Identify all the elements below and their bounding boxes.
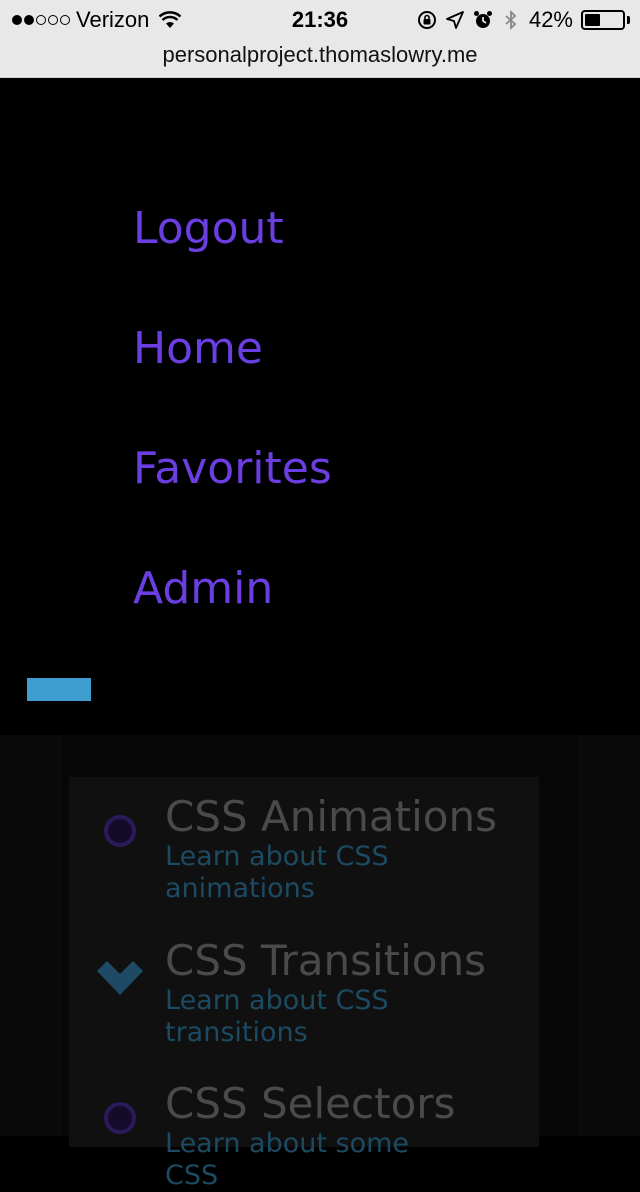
circle-icon — [104, 815, 136, 847]
topic-title: CSS Transitions — [165, 936, 486, 985]
battery-percentage: 42% — [528, 7, 573, 32]
status-bar: Verizon 21:36 42% — [0, 0, 640, 40]
nav-link-admin[interactable]: Admin — [133, 561, 273, 617]
battery-level-fill — [585, 14, 601, 26]
topic-title: CSS Selectors — [165, 1079, 456, 1128]
topic-description-link[interactable]: Learn about some CSS — [165, 1128, 465, 1192]
topic-description-link[interactable]: Learn about CSS animations — [165, 841, 465, 905]
left-gutter — [0, 735, 62, 1136]
nav-link-favorites[interactable]: Favorites — [133, 441, 332, 497]
topic-title: CSS Animations — [165, 792, 498, 841]
bluetooth-icon — [505, 10, 517, 30]
page-content-dimmed: CSS Animations Learn about CSS animation… — [0, 735, 640, 1191]
circle-icon — [104, 1102, 136, 1134]
battery-icon — [581, 10, 630, 30]
address-bar-url: personalproject.thomaslowry.me — [162, 42, 478, 67]
location-arrow-icon — [446, 11, 464, 29]
heart-icon — [97, 961, 143, 995]
topics-card: CSS Animations Learn about CSS animation… — [69, 777, 539, 1191]
status-right: 42% — [417, 6, 630, 34]
alarm-icon — [473, 11, 492, 28]
address-bar[interactable]: personalproject.thomaslowry.me — [0, 40, 640, 78]
orientation-lock-icon — [417, 11, 436, 29]
nav-link-home[interactable]: Home — [133, 321, 263, 377]
menu-toggle-button[interactable] — [27, 678, 91, 701]
nav-link-logout[interactable]: Logout — [133, 201, 284, 257]
right-gutter — [578, 735, 640, 1136]
topic-description-link[interactable]: Learn about CSS transitions — [165, 985, 465, 1049]
nav-menu: Logout Home Favorites Admin — [0, 79, 640, 735]
